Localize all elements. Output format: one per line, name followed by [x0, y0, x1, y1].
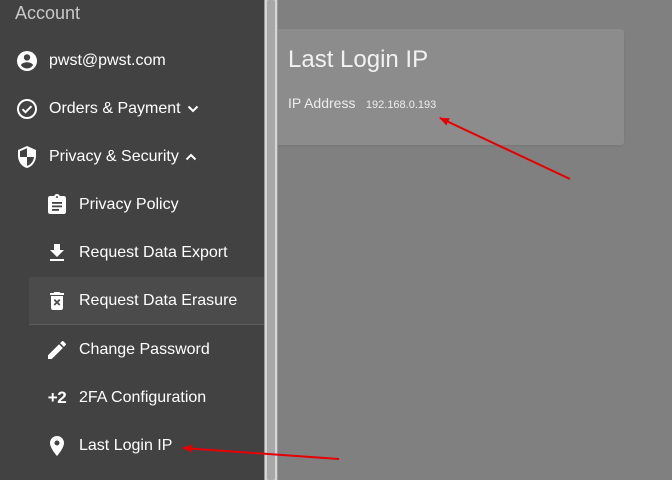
- clipboard-icon: [45, 193, 69, 217]
- sidebar-item-label: Change Password: [79, 341, 210, 358]
- sidebar-item-account-email[interactable]: pwst@pwst.com: [0, 37, 264, 85]
- sidebar-item-request-data-export[interactable]: Request Data Export: [0, 229, 264, 277]
- account-sidebar: Account pwst@pwst.com Orders & Payment P…: [0, 0, 264, 480]
- sidebar-item-label: Last Login IP: [79, 437, 173, 454]
- sidebar-item-label: Privacy & Security: [49, 148, 179, 165]
- ip-address-label: IP Address: [288, 95, 356, 111]
- sidebar-item-last-login-ip[interactable]: Last Login IP: [0, 422, 264, 470]
- ip-address-row: IP Address 192.168.0.193: [288, 95, 436, 113]
- sidebar-item-orders-payment[interactable]: Orders & Payment: [0, 85, 264, 133]
- chevron-down-icon: [185, 101, 201, 117]
- plus-two-icon: +2: [47, 388, 67, 407]
- sidebar-item-label: Privacy Policy: [79, 196, 179, 213]
- sidebar-item-label: Request Data Export: [79, 244, 228, 261]
- chevron-up-icon: [183, 149, 199, 165]
- sidebar-item-label: 2FA Configuration: [79, 389, 207, 406]
- delete-forever-icon: [45, 289, 69, 313]
- account-circle-icon: [15, 49, 39, 73]
- sidebar-item-change-password[interactable]: Change Password: [0, 326, 264, 374]
- sidebar-item-privacy-security[interactable]: Privacy & Security: [0, 133, 264, 181]
- map-marker-icon: [45, 434, 69, 458]
- sidebar-item-label: Orders & Payment: [49, 100, 181, 117]
- scrollbar-thumb[interactable]: [267, 0, 275, 480]
- card-title: Last Login IP: [288, 46, 429, 73]
- sidebar-header: Account: [15, 3, 81, 23]
- shield-icon: [15, 145, 39, 169]
- last-login-ip-card: Last Login IP IP Address 192.168.0.193: [272, 29, 624, 145]
- check-circle-icon: [15, 97, 39, 121]
- sidebar-item-label: pwst@pwst.com: [49, 52, 166, 69]
- sidebar-item-label: Request Data Erasure: [79, 291, 238, 309]
- download-icon: [45, 241, 69, 265]
- sidebar-item-request-data-erasure[interactable]: Request Data Erasure: [29, 277, 264, 325]
- sidebar-item-privacy-policy[interactable]: Privacy Policy: [0, 181, 264, 229]
- ip-address-value: 192.168.0.193: [365, 99, 437, 111]
- sidebar-scrollbar[interactable]: [264, 0, 278, 480]
- sidebar-item-2fa-configuration[interactable]: +2 2FA Configuration: [0, 374, 264, 422]
- pencil-icon: [45, 338, 69, 362]
